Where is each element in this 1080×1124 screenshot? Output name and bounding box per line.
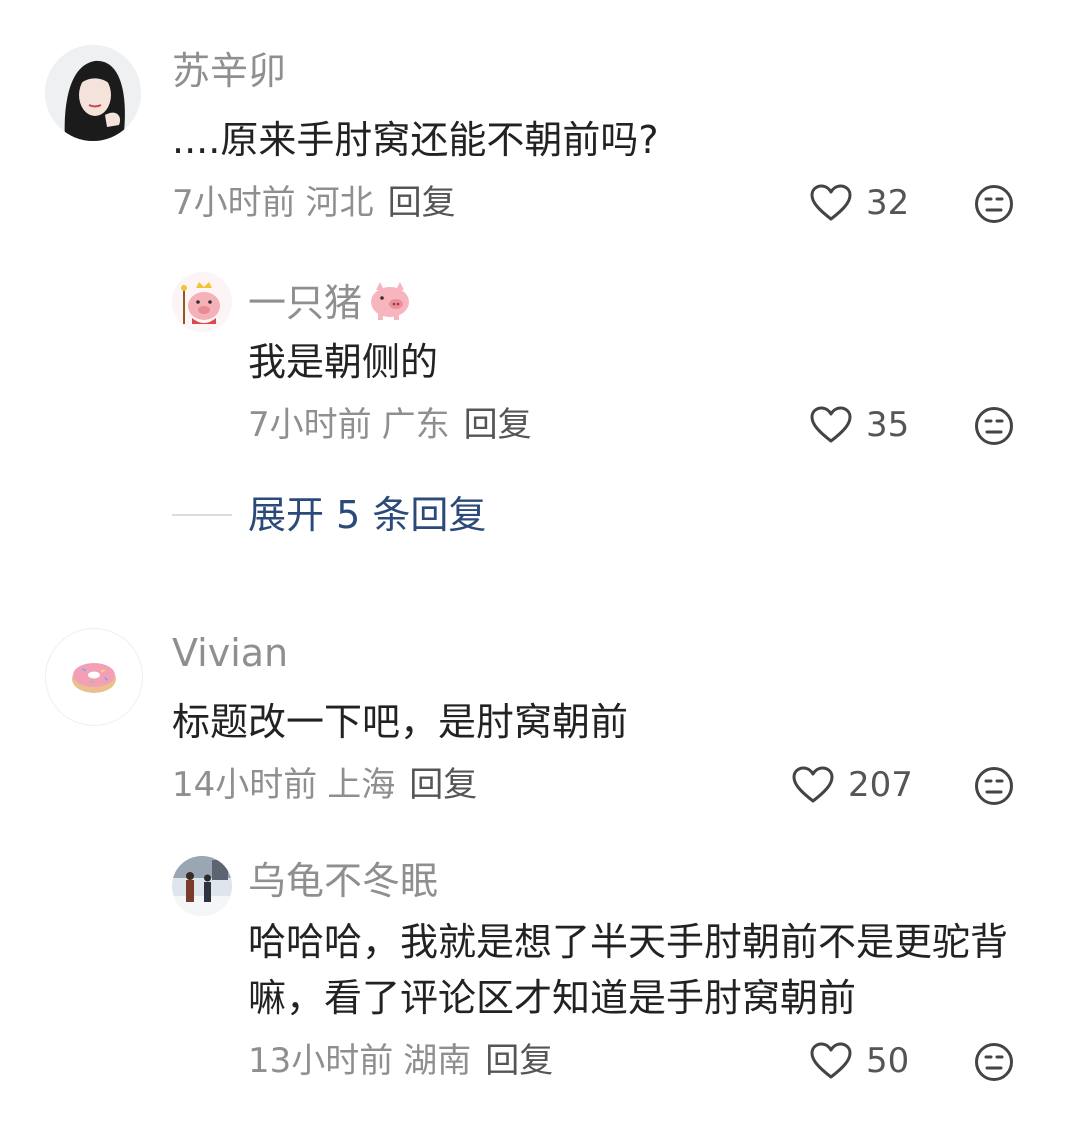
reply-button[interactable]: 回复	[464, 405, 532, 445]
comment-meta: 13小时前 湖南 回复	[248, 1044, 553, 1078]
snow-street-icon	[172, 856, 232, 916]
avatar[interactable]	[45, 45, 141, 141]
expand-replies-button[interactable]: 展开 5 条回复	[248, 496, 486, 534]
dislike-face-icon[interactable]	[974, 1042, 1014, 1082]
avatar[interactable]	[172, 272, 232, 332]
comment-location: 上海	[327, 765, 396, 805]
like-button[interactable]: 207	[792, 766, 913, 804]
reply-button[interactable]: 回复	[485, 1041, 553, 1081]
like-count: 32	[866, 183, 910, 223]
comment-location: 广东	[381, 405, 450, 445]
divider-line	[172, 514, 232, 516]
comment-username[interactable]: 苏辛卯	[172, 52, 286, 90]
like-button[interactable]: 35	[810, 406, 909, 444]
like-count: 50	[866, 1041, 910, 1081]
comment-location: 河北	[305, 183, 374, 223]
like-count: 35	[866, 405, 910, 445]
comment-time: 7小时前	[172, 183, 296, 223]
heart-icon	[810, 184, 852, 221]
comment-username[interactable]: 一只猪	[248, 280, 414, 322]
comment-text: 我是朝侧的	[248, 340, 439, 384]
dislike-face-icon[interactable]	[974, 184, 1014, 224]
heart-icon	[810, 1042, 852, 1079]
comment-username[interactable]: Vivian	[172, 634, 288, 672]
expand-replies: 展开 5 条回复	[172, 496, 486, 534]
comment-text: ....原来手肘窝还能不朝前吗?	[172, 118, 659, 162]
comment-text: 标题改一下吧，是肘窝朝前	[172, 700, 629, 744]
username-text: 一只猪	[248, 281, 363, 325]
comment-time: 7小时前	[248, 405, 372, 445]
like-button[interactable]: 32	[810, 184, 909, 222]
like-count: 207	[848, 765, 913, 805]
comment-time: 13小时前	[248, 1041, 394, 1081]
donut-icon	[72, 663, 116, 693]
heart-icon	[792, 766, 834, 803]
avatar[interactable]	[172, 856, 232, 916]
heart-icon	[810, 406, 852, 443]
comment-location: 湖南	[403, 1041, 472, 1081]
dislike-face-icon[interactable]	[974, 406, 1014, 446]
pig-king-icon	[172, 272, 232, 332]
girl-portrait-icon	[45, 45, 141, 141]
comment-text: 哈哈哈，我就是想了半天手肘朝前不是更驼背嘛，看了评论区才知道是手肘窝朝前	[248, 920, 1009, 1020]
reply-button[interactable]: 回复	[388, 183, 456, 223]
comment-time: 14小时前	[172, 765, 318, 805]
dislike-face-icon[interactable]	[974, 766, 1014, 806]
avatar[interactable]	[45, 628, 143, 726]
comment-meta: 7小时前 广东 回复	[248, 408, 532, 442]
like-button[interactable]: 50	[810, 1042, 909, 1080]
comment-username[interactable]: 乌龟不冬眠	[248, 862, 438, 900]
reply-button[interactable]: 回复	[409, 765, 477, 805]
pig-emoji-icon	[371, 282, 410, 320]
comment-meta: 7小时前 河北 回复	[172, 186, 456, 220]
comment-meta: 14小时前 上海 回复	[172, 768, 477, 802]
